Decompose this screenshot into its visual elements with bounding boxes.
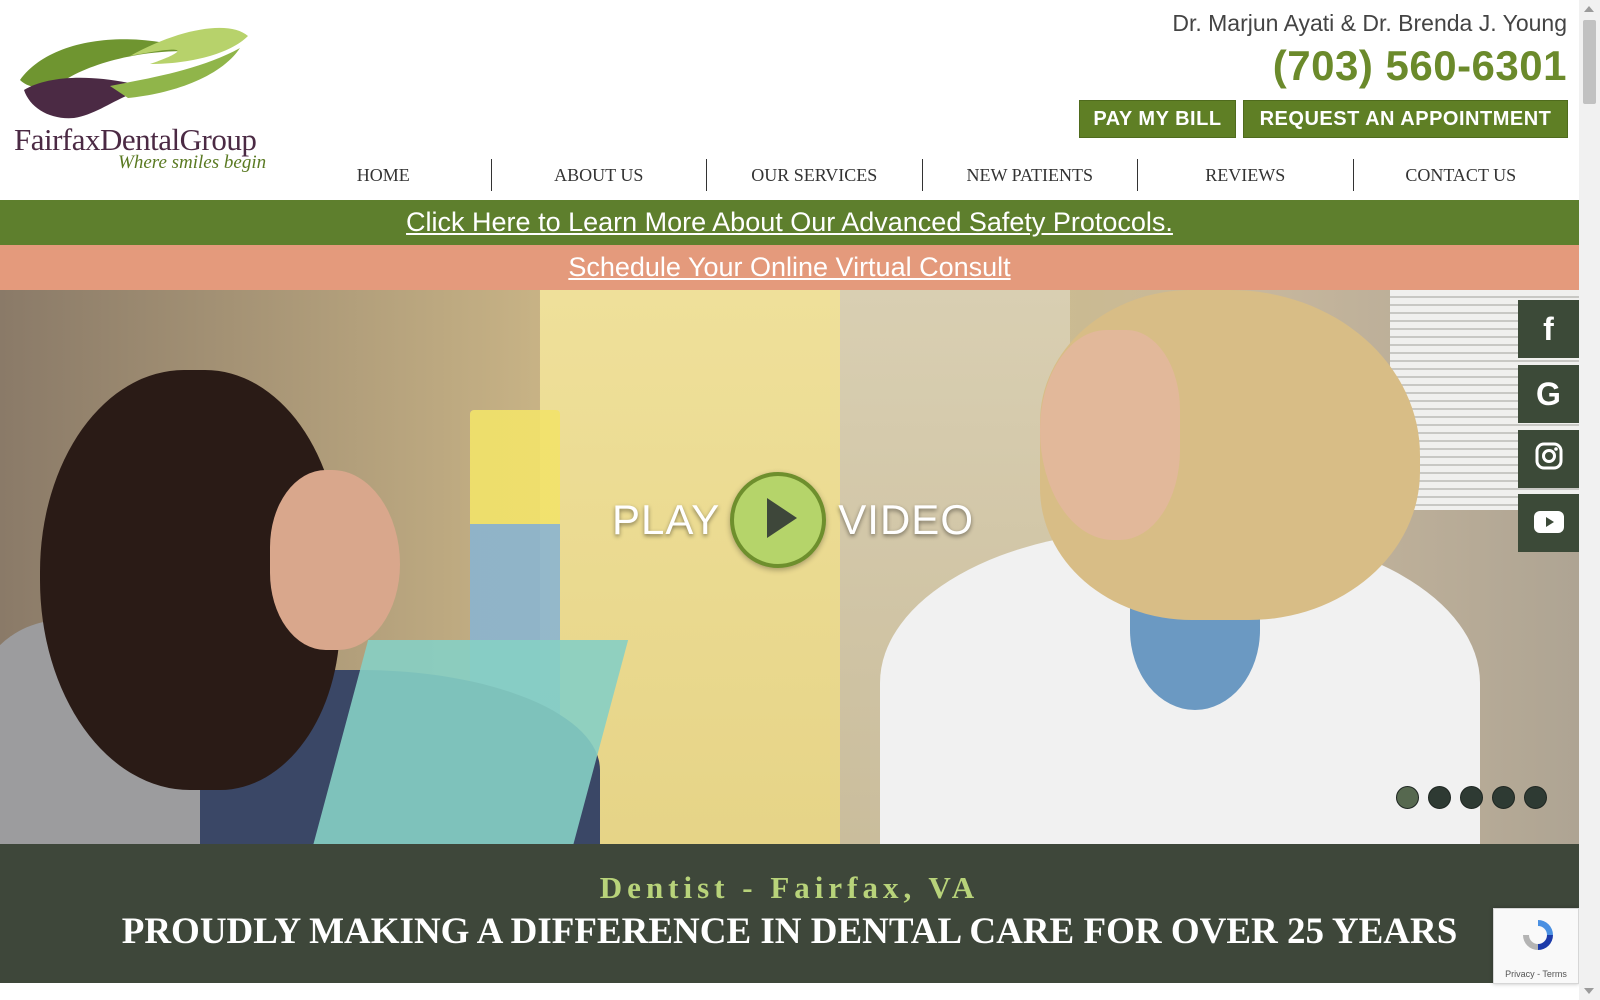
youtube-icon xyxy=(1533,505,1565,542)
google-link[interactable]: G xyxy=(1518,365,1579,423)
facebook-icon: f xyxy=(1543,310,1554,347)
recaptcha-privacy-terms[interactable]: Privacy - Terms xyxy=(1494,969,1578,979)
slider-dot-2[interactable] xyxy=(1428,786,1451,809)
instagram-icon xyxy=(1535,441,1563,478)
nav-item-home[interactable]: HOME xyxy=(276,159,491,191)
nav-item-new-patients[interactable]: NEW PATIENTS xyxy=(921,159,1138,191)
nav-item-contact-us[interactable]: CONTACT US xyxy=(1352,159,1569,191)
slider-dot-4[interactable] xyxy=(1492,786,1515,809)
phone-number[interactable]: (703) 560-6301 xyxy=(1273,42,1567,90)
safety-protocols-link[interactable]: Click Here to Learn More About Our Advan… xyxy=(406,207,1173,238)
google-icon: G xyxy=(1536,375,1561,412)
tagline-subtitle: Dentist - Fairfax, VA xyxy=(599,870,980,905)
play-icon xyxy=(757,496,799,545)
tagline-band: Dentist - Fairfax, VA PROUDLY MAKING A D… xyxy=(0,844,1579,983)
virtual-consult-link[interactable]: Schedule Your Online Virtual Consult xyxy=(568,252,1010,283)
video-label: VIDEO xyxy=(838,496,974,543)
play-label: PLAY xyxy=(612,496,721,543)
scrollbar-thumb[interactable] xyxy=(1583,20,1596,104)
slider-dot-1[interactable] xyxy=(1396,786,1419,809)
main-nav: HOME ABOUT US OUR SERVICES NEW PATIENTS … xyxy=(276,159,1568,191)
scroll-up-arrow-icon[interactable] xyxy=(1584,6,1594,12)
request-appointment-button[interactable]: REQUEST AN APPOINTMENT xyxy=(1243,100,1568,138)
facebook-link[interactable]: f xyxy=(1518,300,1579,358)
slider-dot-5[interactable] xyxy=(1524,786,1547,809)
scroll-down-arrow-icon[interactable] xyxy=(1584,988,1594,994)
logo-tagline: Where smiles begin xyxy=(118,152,267,173)
slider-dot-3[interactable] xyxy=(1460,786,1483,809)
hero-slider: PLAY VIDEO xyxy=(0,290,1579,844)
logo-leaf-graphic xyxy=(20,27,248,119)
safety-banner: Click Here to Learn More About Our Advan… xyxy=(0,200,1579,245)
consult-banner: Schedule Your Online Virtual Consult xyxy=(0,245,1579,290)
page-scrollbar[interactable] xyxy=(1579,0,1600,1000)
play-button[interactable] xyxy=(730,472,827,568)
site-logo[interactable]: FairfaxDentalGroup Where smiles begin xyxy=(10,18,290,178)
tagline-title: PROUDLY MAKING A DIFFERENCE IN DENTAL CA… xyxy=(121,911,1458,952)
pay-bill-button[interactable]: PAY MY BILL xyxy=(1079,100,1236,138)
recaptcha-badge[interactable]: Privacy - Terms xyxy=(1493,908,1579,984)
youtube-link[interactable] xyxy=(1518,494,1579,552)
recaptcha-icon xyxy=(1520,917,1556,958)
play-video-control[interactable]: PLAY VIDEO xyxy=(612,470,974,570)
nav-item-reviews[interactable]: REVIEWS xyxy=(1137,159,1353,191)
nav-item-about-us[interactable]: ABOUT US xyxy=(490,159,707,191)
nav-item-our-services[interactable]: OUR SERVICES xyxy=(706,159,922,191)
site-header: FairfaxDentalGroup Where smiles begin Dr… xyxy=(0,0,1579,200)
slider-dots xyxy=(1396,786,1547,809)
instagram-link[interactable] xyxy=(1518,430,1579,488)
doctors-names: Dr. Marjun Ayati & Dr. Brenda J. Young xyxy=(1172,10,1567,36)
